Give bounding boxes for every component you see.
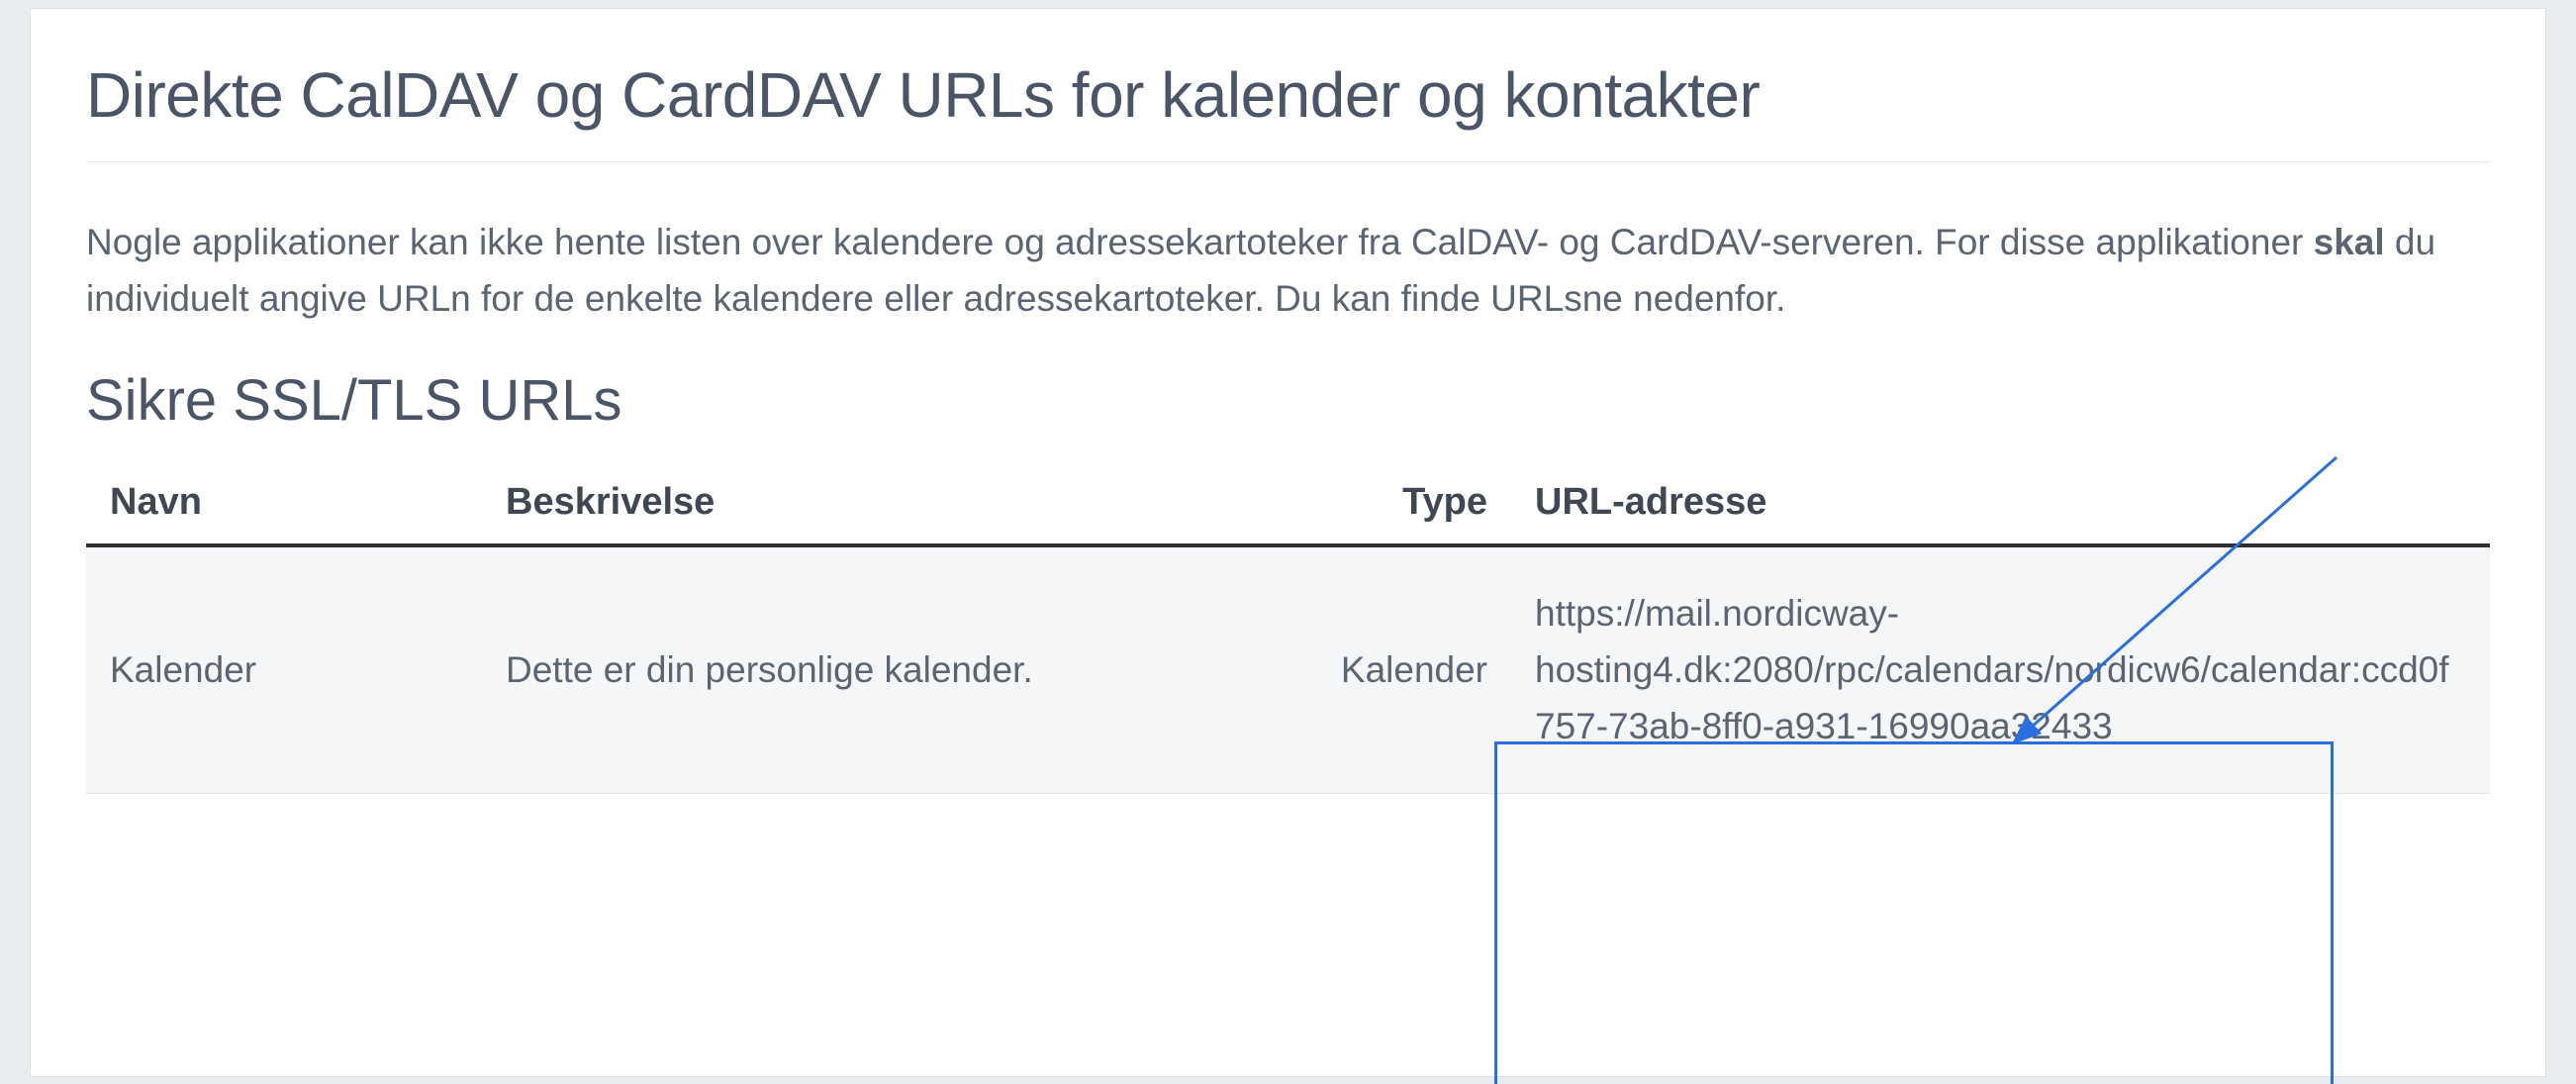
col-header-name: Navn bbox=[86, 481, 482, 545]
intro-paragraph: Nogle applikationer kan ikke hente liste… bbox=[86, 214, 2490, 328]
table-header-row: Navn Beskrivelse Type URL-adresse bbox=[86, 481, 2490, 545]
col-header-url: URL-adresse bbox=[1511, 481, 2490, 545]
table-row: Kalender Dette er din personlige kalende… bbox=[86, 545, 2490, 794]
cell-desc: Dette er din personlige kalender. bbox=[482, 545, 1264, 794]
cell-type: Kalender bbox=[1264, 545, 1511, 794]
secure-urls-table: Navn Beskrivelse Type URL-adresse Kalend… bbox=[86, 481, 2490, 794]
page-title: Direkte CalDAV og CardDAV URLs for kalen… bbox=[86, 58, 2490, 132]
content-card: Direkte CalDAV og CardDAV URLs for kalen… bbox=[30, 8, 2546, 1077]
cell-name: Kalender bbox=[86, 545, 482, 794]
divider bbox=[86, 161, 2490, 162]
cell-url: https://mail.nordicway-hosting4.dk:2080/… bbox=[1511, 545, 2490, 794]
intro-text-prefix: Nogle applikationer kan ikke hente liste… bbox=[86, 222, 2314, 262]
col-header-desc: Beskrivelse bbox=[482, 481, 1264, 545]
section-title-secure-urls: Sikre SSL/TLS URLs bbox=[86, 367, 2490, 434]
col-header-type: Type bbox=[1264, 481, 1511, 545]
intro-text-strong: skal bbox=[2314, 222, 2385, 262]
